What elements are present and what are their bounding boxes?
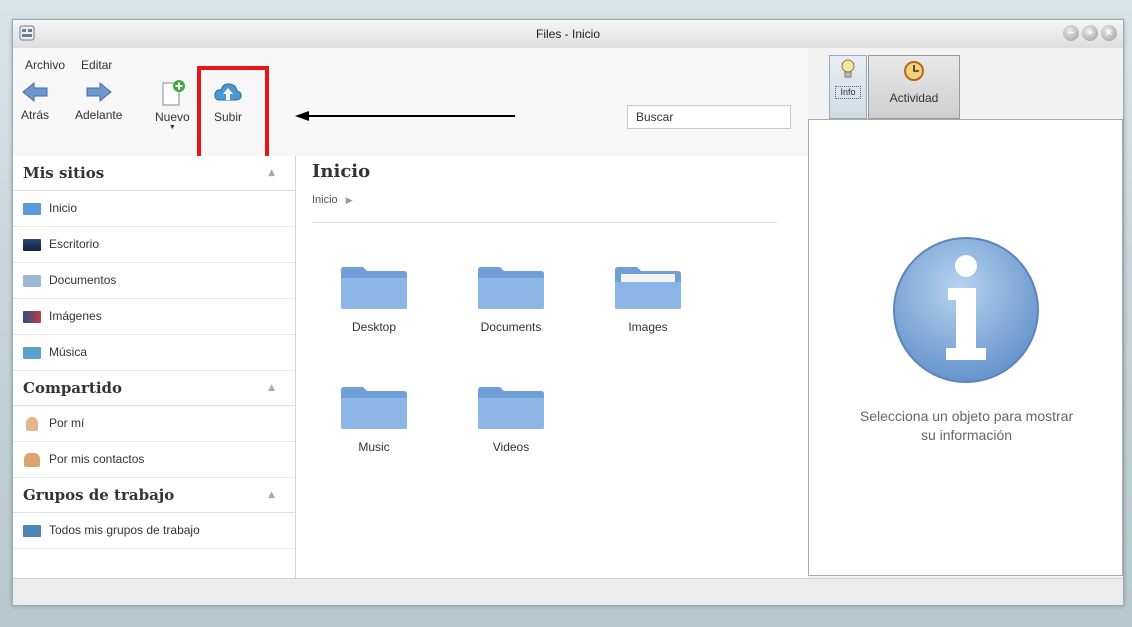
breadcrumb-arrow-icon: ▶ [345, 194, 353, 205]
folder-label: Images [628, 320, 668, 334]
folder-images[interactable]: Images [598, 264, 698, 334]
folder-icon [478, 387, 544, 429]
sidebar-item-imagenes[interactable]: Imágenes [13, 299, 295, 335]
sidebar-item-label: Por mis contactos [49, 452, 145, 466]
arrow-left-icon [22, 81, 48, 103]
folder-label: Desktop [351, 320, 397, 334]
window-controls: − + × [1063, 25, 1117, 41]
section-title: Mis sitios [23, 164, 105, 182]
breadcrumb-item[interactable]: Inicio [312, 194, 338, 206]
dropdown-arrow-icon: ▼ [168, 124, 176, 131]
back-button[interactable]: Atrás [21, 80, 49, 122]
new-button[interactable]: Nuevo ▼ [155, 80, 190, 132]
sidebar: Mis sitios ▲ Inicio Escritorio Documentos… [13, 156, 296, 578]
toolbar: Archivo Editar Atrás Adelante Nuevo ▼ Su… [13, 48, 808, 156]
details-panel: Info Actividad Selecciona un objeto para… [808, 48, 1123, 578]
menu-bar: Archivo Editar [25, 58, 112, 72]
home-icon [23, 202, 41, 215]
status-bar [13, 578, 1123, 605]
breadcrumb: Inicio ▶ [312, 194, 353, 206]
divider [312, 222, 777, 223]
section-compartido[interactable]: Compartido ▲ [13, 371, 295, 406]
sidebar-item-label: Todos mis grupos de trabajo [49, 523, 200, 537]
folder-music[interactable]: Music [324, 384, 424, 454]
sidebar-item-label: Música [49, 345, 88, 359]
sidebar-item-label: Documentos [49, 273, 117, 287]
collapse-icon[interactable]: ▲ [268, 156, 275, 190]
folder-icon [341, 387, 407, 429]
back-label: Atrás [21, 108, 50, 122]
clock-icon [904, 61, 924, 81]
lightbulb-icon [841, 59, 855, 78]
sidebar-item-documentos[interactable]: Documentos [13, 263, 295, 299]
info-message-line1: Selecciona un objeto para mostrar [859, 408, 1074, 424]
section-title: Compartido [23, 379, 123, 397]
sidebar-item-label: Por mí [49, 416, 85, 430]
folder-icon [478, 267, 544, 309]
tab-info-label: Info [835, 86, 861, 99]
search-input[interactable] [627, 105, 791, 129]
sidebar-item-label: Inicio [49, 201, 78, 215]
close-icon[interactable]: × [1101, 25, 1117, 41]
section-grupos-de-trabajo[interactable]: Grupos de trabajo ▲ [13, 478, 295, 513]
files-window: Files - Inicio − + × Archivo Editar Atrá… [12, 19, 1124, 605]
folder-label: Videos [492, 440, 530, 454]
window-title: Files - Inicio [535, 27, 600, 41]
sidebar-item-todos-mis-grupos[interactable]: Todos mis grupos de trabajo [13, 513, 295, 549]
workgroup-icon [23, 524, 41, 537]
folder-documents[interactable]: Documents [461, 264, 561, 334]
folder-icon [615, 267, 681, 309]
folder-desktop[interactable]: Desktop [324, 264, 424, 334]
sidebar-item-label: Escritorio [49, 237, 100, 251]
folder-icon [341, 267, 407, 309]
sidebar-item-inicio[interactable]: Inicio [13, 191, 295, 227]
contacts-icon [24, 452, 40, 467]
highlight-box [197, 66, 269, 166]
collapse-icon[interactable]: ▲ [268, 478, 275, 512]
info-icon [893, 237, 1039, 383]
new-document-icon [162, 80, 186, 106]
music-icon [23, 346, 41, 359]
documents-icon [23, 274, 41, 287]
sidebar-item-musica[interactable]: Música [13, 335, 295, 371]
forward-button[interactable]: Adelante [75, 80, 122, 122]
tab-actividad-label: Actividad [889, 91, 939, 105]
folder-videos[interactable]: Videos [461, 384, 561, 454]
sidebar-item-por-mi[interactable]: Por mí [13, 406, 295, 442]
menu-editar[interactable]: Editar [81, 58, 112, 72]
minimize-icon[interactable]: − [1063, 25, 1079, 41]
info-box: Selecciona un objeto para mostrar su inf… [808, 119, 1123, 576]
images-icon [23, 310, 41, 323]
section-title: Grupos de trabajo [23, 486, 175, 504]
annotation-arrow-icon [295, 111, 515, 121]
forward-label: Adelante [75, 108, 123, 122]
maximize-icon[interactable]: + [1082, 25, 1098, 41]
tab-actividad[interactable]: Actividad [868, 55, 960, 119]
title-bar: Files - Inicio − + × [13, 20, 1123, 49]
section-mis-sitios[interactable]: Mis sitios ▲ [13, 156, 295, 191]
desktop-icon [23, 238, 41, 251]
arrow-right-icon [86, 81, 112, 103]
collapse-icon[interactable]: ▲ [268, 371, 275, 405]
folder-label: Music [358, 440, 390, 454]
folder-label: Documents [480, 320, 542, 334]
tab-info[interactable]: Info [829, 55, 867, 119]
user-icon [26, 416, 38, 431]
sidebar-item-escritorio[interactable]: Escritorio [13, 227, 295, 263]
main-content: Inicio Inicio ▶ Desktop Documents Images… [296, 156, 808, 578]
page-title: Inicio [312, 161, 371, 182]
sidebar-item-por-mis-contactos[interactable]: Por mis contactos [13, 442, 295, 478]
menu-archivo[interactable]: Archivo [25, 58, 65, 72]
info-message: Selecciona un objeto para mostrar su inf… [809, 407, 1124, 445]
sidebar-item-label: Imágenes [49, 309, 102, 323]
info-message-line2: su información [920, 427, 1013, 443]
new-label: Nuevo [155, 110, 190, 124]
